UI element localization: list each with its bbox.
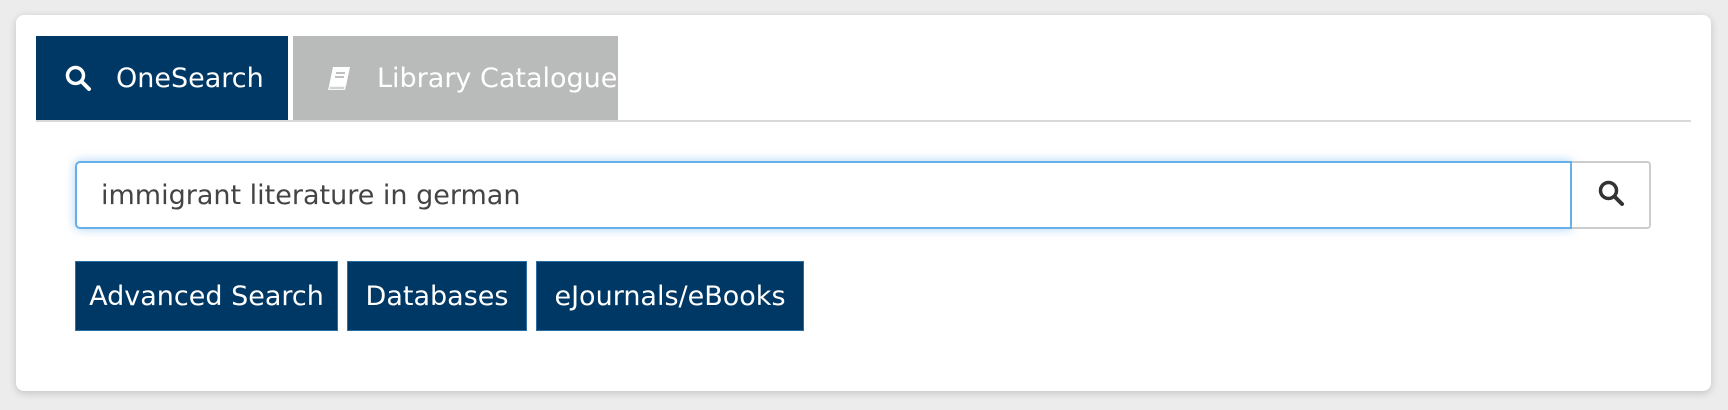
search-icon — [64, 64, 92, 92]
search-input[interactable] — [75, 161, 1572, 229]
databases-button[interactable]: Databases — [347, 261, 527, 331]
tab-library-catalogue-label: Library Catalogue — [377, 62, 618, 94]
tab-library-catalogue[interactable]: Library Catalogue — [293, 36, 618, 120]
tab-onesearch[interactable]: OneSearch — [36, 36, 288, 120]
search-bar — [75, 161, 1651, 229]
search-button[interactable] — [1572, 161, 1651, 229]
advanced-search-button[interactable]: Advanced Search — [75, 261, 338, 331]
tab-onesearch-label: OneSearch — [116, 62, 264, 94]
ejournals-ebooks-button[interactable]: eJournals/eBooks — [536, 261, 804, 331]
book-icon — [325, 64, 353, 92]
search-icon — [1597, 179, 1625, 211]
search-tabs: OneSearch Library Catalogue — [36, 36, 1691, 122]
search-panel: OneSearch Library Catalogue immigrant li… — [16, 15, 1711, 391]
